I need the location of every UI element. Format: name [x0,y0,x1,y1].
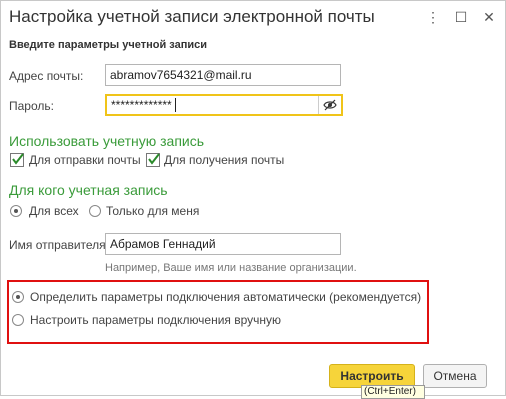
receive-mail-checkbox[interactable] [146,153,160,167]
show-password-icon[interactable] [318,96,341,114]
send-mail-label: Для отправки почты [29,153,141,167]
manual-connection-label: Настроить параметры подключения вручную [30,313,282,327]
check-icon [12,153,24,165]
for-all-radio[interactable] [10,205,22,217]
for-whom-heading: Для кого учетная запись [9,182,168,198]
manual-connection-radio[interactable] [12,314,24,326]
use-account-heading: Использовать учетную запись [9,133,205,149]
text-cursor [175,98,176,112]
sender-hint: Например, Ваше имя или название организа… [105,262,357,274]
only-me-label: Только для меня [106,204,200,218]
receive-mail-label: Для получения почты [164,153,285,167]
shortcut-tooltip: (Ctrl+Enter) [361,385,425,399]
cancel-button[interactable]: Отмена [423,364,487,388]
password-value: ************* [111,98,172,112]
auto-connection-label: Определить параметры подключения автомат… [30,290,422,304]
settings-window: Настройка учетной записи электронной поч… [0,0,506,399]
for-all-label: Для всех [29,204,79,218]
window-title: Настройка учетной записи электронной поч… [9,7,375,26]
password-field[interactable]: ************* [105,94,343,116]
auto-connection-radio[interactable] [12,291,24,303]
form-subtitle: Введите параметры учетной записи [9,39,208,51]
email-field[interactable]: abramov7654321@mail.ru [105,64,341,86]
sender-name-field[interactable]: Абрамов Геннадий [105,233,341,255]
email-label: Адрес почты: [9,69,84,83]
check-icon [148,153,160,165]
more-icon[interactable]: ⋮ [423,9,443,26]
sender-label: Имя отправителя: [9,238,110,252]
only-me-radio[interactable] [89,205,101,217]
close-icon[interactable]: ✕ [479,9,499,26]
maximize-icon[interactable]: ☐ [451,9,471,26]
send-mail-checkbox[interactable] [10,153,24,167]
password-label: Пароль: [9,99,54,113]
